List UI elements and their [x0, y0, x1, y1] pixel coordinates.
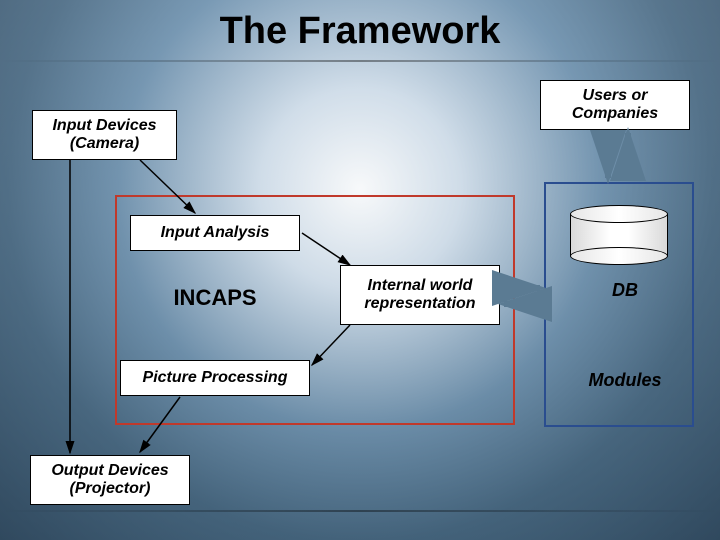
box-output-devices: Output Devices (Projector)	[30, 455, 190, 505]
box-picture-processing: Picture Processing	[120, 360, 310, 396]
slide: The Framework Input Devices (Camera) Use…	[0, 0, 720, 540]
box-internal-world: Internal world representation	[340, 265, 500, 325]
label-modules: Modules	[580, 370, 670, 391]
box-internal-world-text: Internal world representation	[364, 277, 475, 313]
box-picture-processing-text: Picture Processing	[143, 369, 288, 387]
box-incaps-text: INCAPS	[173, 285, 256, 311]
divider-bottom	[0, 510, 720, 512]
box-incaps: INCAPS	[150, 278, 280, 318]
cylinder-db	[570, 205, 668, 265]
box-users: Users or Companies	[540, 80, 690, 130]
box-output-devices-text: Output Devices (Projector)	[51, 462, 168, 498]
box-input-analysis-text: Input Analysis	[161, 224, 270, 242]
box-input-analysis: Input Analysis	[130, 215, 300, 251]
box-input-devices: Input Devices (Camera)	[32, 110, 177, 160]
slide-title: The Framework	[0, 10, 720, 53]
box-input-devices-text: Input Devices (Camera)	[52, 117, 156, 153]
label-db: DB	[600, 280, 650, 301]
divider-top	[0, 60, 720, 62]
box-users-text: Users or Companies	[572, 87, 658, 123]
